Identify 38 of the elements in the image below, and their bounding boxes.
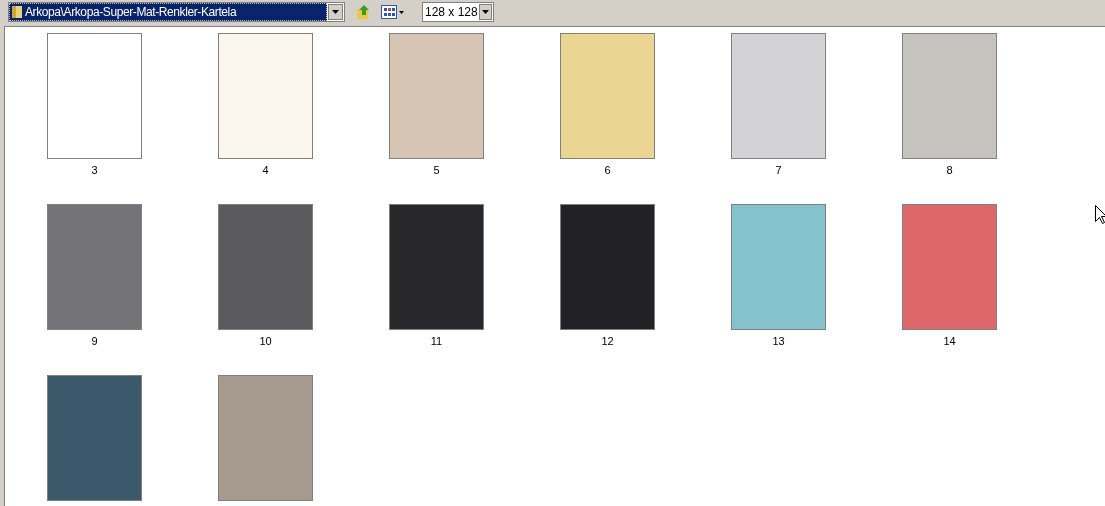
swatch-label: 5 (433, 164, 440, 177)
color-swatch[interactable] (902, 204, 997, 330)
dropdown-button[interactable] (328, 4, 343, 20)
caret-icon (332, 10, 339, 14)
color-swatch[interactable] (47, 375, 142, 501)
color-swatch[interactable] (389, 204, 484, 330)
swatch-label: 12 (601, 335, 614, 348)
caret-icon (399, 10, 404, 14)
color-swatch[interactable] (218, 375, 313, 501)
color-swatch[interactable] (47, 33, 142, 159)
view-menu-button[interactable] (381, 5, 404, 19)
color-swatch[interactable] (560, 33, 655, 159)
color-swatch[interactable] (218, 204, 313, 330)
swatch-label: 14 (943, 335, 956, 348)
color-swatch[interactable] (731, 33, 826, 159)
color-swatch[interactable] (902, 33, 997, 159)
folder-icon (12, 5, 22, 19)
swatch-label: 10 (259, 335, 272, 348)
dropdown-button[interactable] (478, 4, 492, 20)
up-folder-icon[interactable] (355, 4, 371, 20)
swatch-label: 6 (604, 164, 611, 177)
swatch-label: 4 (262, 164, 269, 177)
color-swatch[interactable] (731, 204, 826, 330)
grid-icon (381, 5, 397, 19)
swatch-label: 13 (772, 335, 785, 348)
swatch-label: 7 (775, 164, 782, 177)
color-swatch[interactable] (389, 33, 484, 159)
swatch-label: 3 (91, 164, 98, 177)
color-swatch[interactable] (218, 33, 313, 159)
color-swatch[interactable] (560, 204, 655, 330)
path-text: Arkopa\Arkopa-Super-Mat-Renkler-Kartela (25, 6, 237, 18)
caret-icon (481, 10, 489, 14)
color-swatch[interactable] (47, 204, 142, 330)
swatch-label: 11 (430, 335, 443, 348)
swatch-label: 8 (946, 164, 953, 177)
swatch-label: 9 (91, 335, 98, 348)
size-combo[interactable]: 128 x 128 (422, 2, 494, 22)
path-combo[interactable]: Arkopa\Arkopa-Super-Mat-Renkler-Kartela (8, 2, 345, 22)
